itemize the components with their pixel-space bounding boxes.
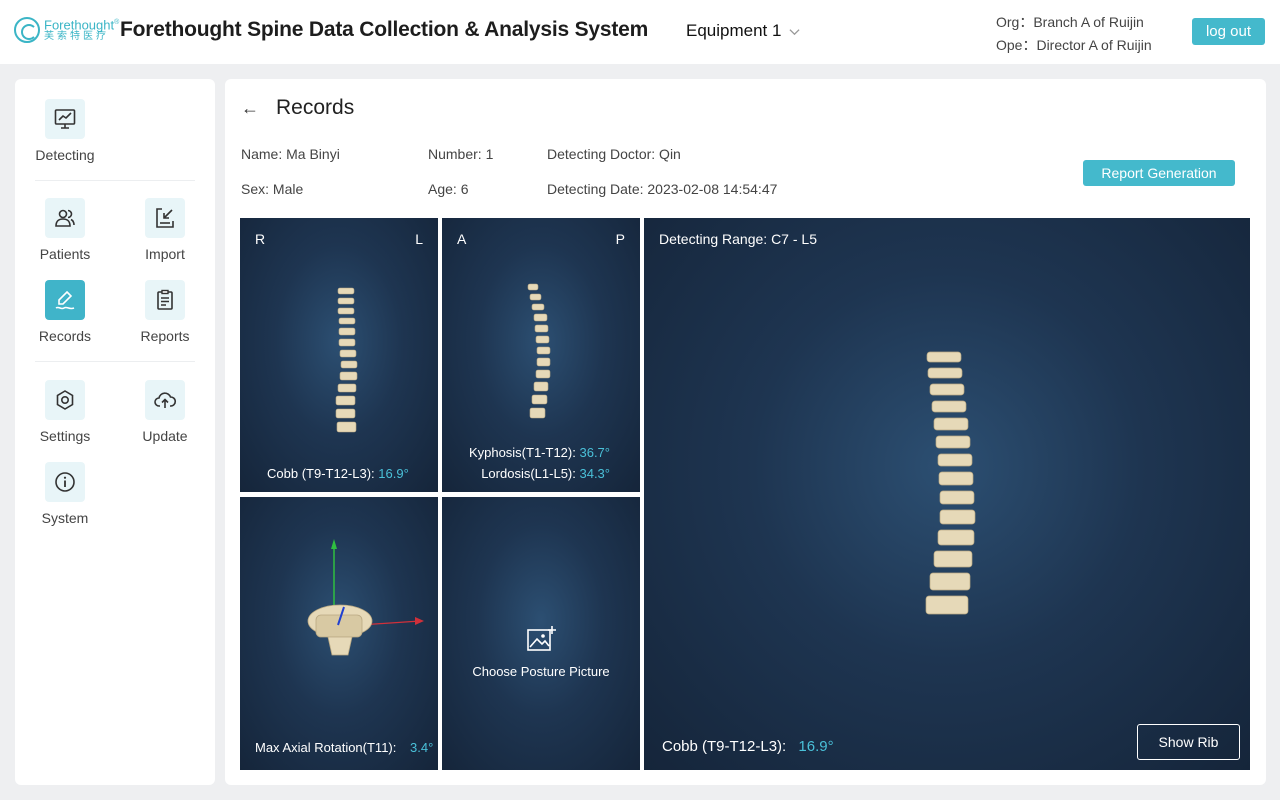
logo-text-cn: 芙索特医疗 [44,31,109,43]
sidebar-item-system[interactable]: System [15,462,115,526]
import-icon [156,208,174,228]
equipment-selector[interactable]: Equipment 1 [686,21,800,41]
sidebar-item-label: Update [142,428,188,444]
cloud-upload-icon [154,392,177,408]
sidebar-item-import[interactable]: Import [115,198,215,262]
sidebar-divider [35,361,195,362]
pen-sign-icon [55,290,75,310]
chevron-down-icon [789,28,800,35]
cobb-label: Cobb (T9-T12-L3): [662,738,787,755]
cobb-value: 16.9° [378,466,409,481]
report-generation-button[interactable]: Report Generation [1083,160,1235,186]
page-title: Records [276,96,355,119]
lordosis-value: 34.3° [579,466,610,481]
logo: Forethought® 芙索特医疗 [14,17,119,44]
add-image-icon [527,626,556,651]
sidebar-item-update[interactable]: Update [115,380,215,444]
show-rib-button[interactable]: Show Rib [1137,724,1240,760]
sidebar: Detecting Patients Import Records Report… [15,79,215,785]
lordosis-label: Lordosis(L1-L5): [481,466,576,481]
user-info: Org：Branch A of Ruijin Ope：Director A of… [996,11,1152,57]
sidebar-item-detecting[interactable]: Detecting [15,99,115,163]
patient-number: Number: 1 [428,146,494,162]
top-bar: Forethought® 芙索特医疗 Forethought Spine Dat… [0,0,1280,64]
back-arrow-icon[interactable]: ← [241,98,259,119]
sidebar-item-label: System [41,510,89,526]
sidebar-item-label: Records [38,328,92,344]
sidebar-item-label: Detecting [35,147,95,163]
sidebar-item-label: Reports [140,328,190,344]
rotation-value: 3.4° [410,740,434,755]
main-3d-view-panel[interactable]: Detecting Range: C7 - L5 Cobb (T9-T12-L3… [644,218,1250,770]
coronal-view-panel[interactable]: R L Cobb (T9-T12-L3): 16.9° [240,218,438,492]
kyphosis-label: Kyphosis(T1-T12): [468,445,576,460]
spine-coronal-image [335,287,358,433]
sidebar-item-label: Settings [39,428,91,444]
sidebar-item-patients[interactable]: Patients [15,198,115,262]
sidebar-item-label: Patients [39,246,91,262]
choose-posture-picture[interactable]: Choose Posture Picture [442,625,640,679]
sidebar-item-settings[interactable]: Settings [15,380,115,444]
sidebar-item-label: Import [145,246,185,262]
gear-icon [56,390,74,410]
detecting-date: Detecting Date: 2023-02-08 14:54:47 [547,181,778,197]
sidebar-divider [35,180,195,181]
info-icon [55,472,75,492]
org-text: Org：Branch A of Ruijin [996,14,1144,30]
equipment-label: Equipment 1 [686,21,782,40]
app-title: Forethought Spine Data Collection & Anal… [120,18,649,41]
sidebar-item-records[interactable]: Records [15,280,115,344]
rotation-label: Max Axial Rotation(T11): [255,740,397,755]
vertebra-rotation-image [307,539,424,656]
clipboard-icon [157,289,173,310]
cobb-label: Cobb (T9-T12-L3): [267,466,375,481]
logo-icon [14,17,40,44]
patient-name: Name: Ma Binyi [241,146,340,162]
detecting-doctor: Detecting Doctor: Qin [547,146,681,162]
patient-age: Age: 6 [428,181,469,197]
sidebar-item-reports[interactable]: Reports [115,280,215,344]
sagittal-view-panel[interactable]: A P Kyphosis(T1-T12): 36.7° Lordosis(L1-… [442,218,640,492]
users-icon [55,209,75,227]
axial-rotation-panel[interactable]: Max Axial Rotation(T11): 3.4° [240,497,438,770]
monitor-chart-icon [54,109,76,129]
kyphosis-value: 36.7° [579,445,610,460]
ope-text: Ope：Director A of Ruijin [996,37,1152,53]
main-content: ← Records Name: Ma Binyi Number: 1 Detec… [225,79,1266,785]
choose-posture-label: Choose Posture Picture [472,664,610,679]
patient-sex: Sex: Male [241,181,304,197]
spine-3d-image [925,351,976,615]
posture-picture-panel[interactable]: Choose Posture Picture [442,497,640,770]
logout-button[interactable]: log out [1192,18,1265,45]
cobb-value: 16.9° [798,738,834,755]
